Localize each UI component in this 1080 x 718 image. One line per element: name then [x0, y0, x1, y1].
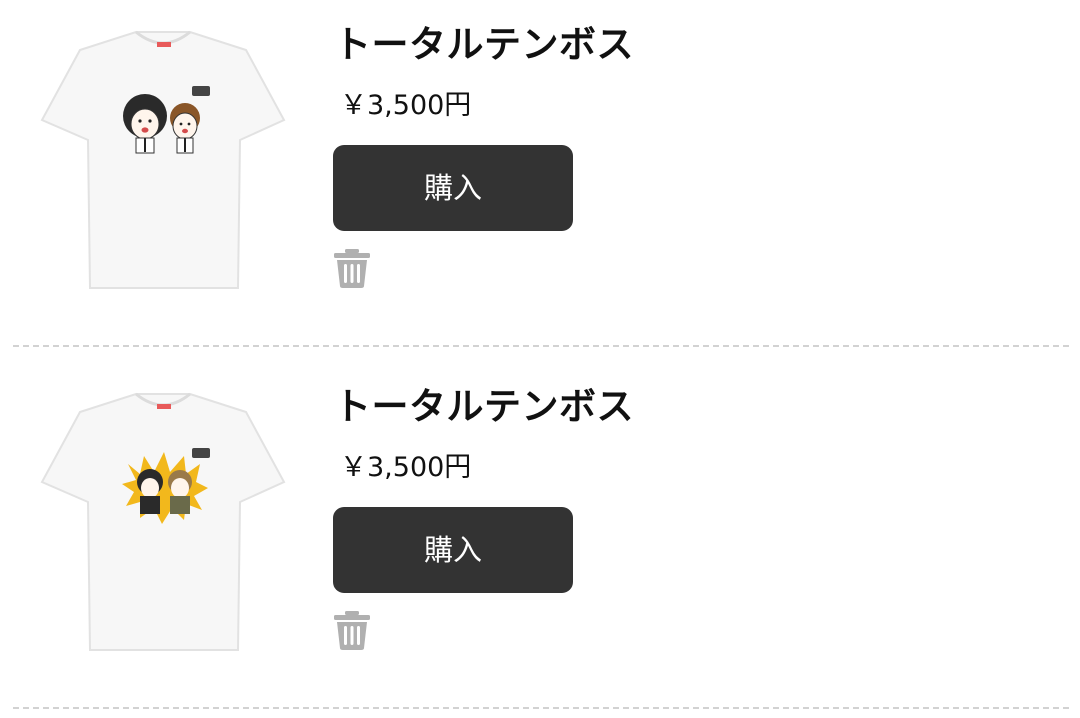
- product-price: ￥3,500円: [340, 90, 472, 121]
- tshirt-image-icon: [40, 30, 286, 289]
- cart-item: トータルテンボス ￥3,500円 購入: [0, 362, 1080, 718]
- product-price: ￥3,500円: [340, 452, 472, 483]
- divider: [13, 707, 1069, 709]
- product-image-tshirt-burst[interactable]: [40, 386, 286, 656]
- cart-item-list: トータルテンボス ￥3,500円 購入 トータルテンボス ￥3,500円 購入: [0, 0, 1080, 718]
- product-title: トータルテンボス: [334, 385, 634, 428]
- trash-icon[interactable]: [333, 248, 371, 288]
- buy-button[interactable]: 購入: [333, 507, 573, 593]
- tshirt-image-icon: [40, 392, 286, 651]
- trash-icon[interactable]: [333, 610, 371, 650]
- divider: [13, 345, 1069, 347]
- buy-button[interactable]: 購入: [333, 145, 573, 231]
- cart-item: トータルテンボス ￥3,500円 購入: [0, 0, 1080, 362]
- product-image-tshirt-duo[interactable]: [40, 24, 286, 294]
- product-title: トータルテンボス: [334, 23, 634, 66]
